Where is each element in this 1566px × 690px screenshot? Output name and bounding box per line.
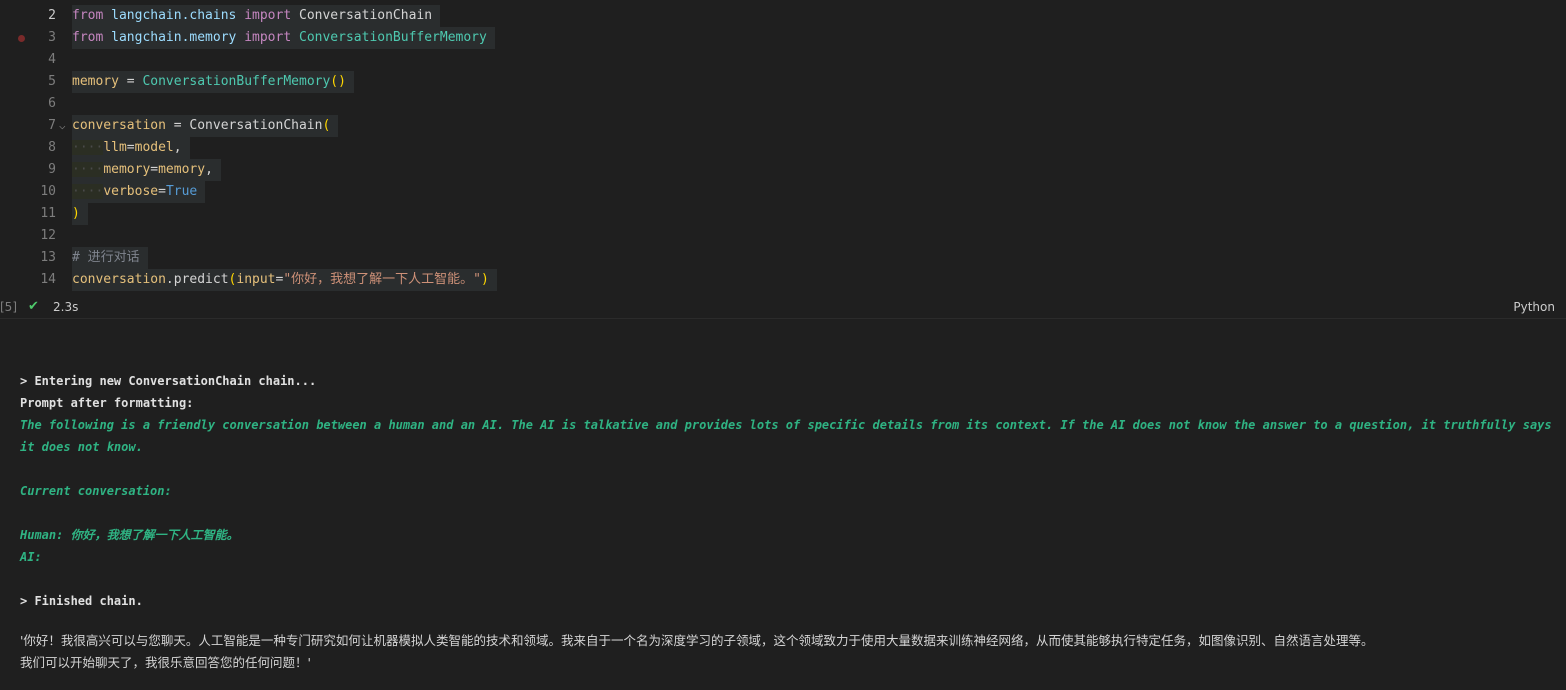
line-number: 14 bbox=[40, 272, 56, 287]
code-token: memory bbox=[72, 74, 119, 89]
code-text: ····memory=memory, bbox=[72, 159, 221, 181]
code-text: ) bbox=[72, 203, 88, 225]
code-text: conversation.predict(input="你好，我想了解一下人工智… bbox=[72, 269, 497, 291]
line-number: 10 bbox=[40, 184, 56, 199]
code-text: from langchain.memory import Conversatio… bbox=[72, 27, 495, 49]
code-line[interactable]: 10 ····verbose=True bbox=[0, 181, 1566, 203]
code-text: # 进行对话 bbox=[72, 247, 148, 269]
code-token: ConversationBufferMemory bbox=[299, 30, 487, 45]
output-entering: > Entering new ConversationChain chain..… bbox=[20, 374, 317, 388]
output-intro-line1: The following is a friendly conversation… bbox=[20, 418, 1552, 432]
fold-chevron-icon[interactable]: ⌵ bbox=[59, 115, 66, 137]
code-token: ···· bbox=[72, 184, 104, 199]
code-token: import bbox=[244, 30, 292, 45]
success-check-icon: ✔ bbox=[28, 299, 39, 314]
code-token: ConversationBufferMemory bbox=[142, 74, 331, 89]
code-line[interactable]: 12 bbox=[0, 225, 1566, 247]
line-number: 13 bbox=[40, 250, 56, 265]
line-number: 8 bbox=[48, 140, 56, 155]
code-line[interactable]: 13 # 进行对话 bbox=[0, 247, 1566, 269]
code-token: input bbox=[236, 272, 276, 287]
code-token: , bbox=[173, 140, 182, 155]
code-line[interactable]: 9 ····memory=memory, bbox=[0, 159, 1566, 181]
code-token: langchain.chains bbox=[111, 8, 237, 23]
code-token: () bbox=[330, 74, 346, 89]
code-line[interactable]: 11) bbox=[0, 203, 1566, 225]
output-result-line2: 我们可以开始聊天了，我很乐意回答您的任何问题！' bbox=[20, 655, 311, 670]
code-line[interactable]: 5 memory = ConversationBufferMemory() bbox=[0, 71, 1566, 93]
code-text: ····verbose=True bbox=[72, 181, 206, 203]
code-token: = bbox=[165, 118, 190, 133]
code-line[interactable]: 6 bbox=[0, 93, 1566, 115]
output-result-line1: '你好！我很高兴可以与您聊天。人工智能是一种专门研究如何让机器模拟人类智能的技术… bbox=[20, 633, 1374, 648]
code-line[interactable]: 3 from langchain.memory import Conversati… bbox=[0, 27, 1566, 49]
code-line[interactable]: 7 ⌵ conversation = ConversationChain( bbox=[0, 115, 1566, 137]
output-human: Human: 你好，我想了解一下人工智能。 bbox=[20, 528, 239, 542]
code-token: # 进行对话 bbox=[72, 250, 140, 265]
code-token: = bbox=[158, 184, 166, 199]
code-token: conversation bbox=[72, 118, 166, 133]
line-number: 4 bbox=[48, 52, 56, 67]
code-token: "你好，我想了解一下人工智能。" bbox=[283, 272, 481, 287]
code-token: model bbox=[134, 140, 174, 155]
code-line[interactable]: 2 from langchain.chains import Conversati… bbox=[0, 5, 1566, 27]
line-number: 6 bbox=[48, 96, 56, 111]
breakpoint-icon[interactable] bbox=[18, 35, 25, 42]
code-line[interactable]: 8 ····llm=model, bbox=[0, 137, 1566, 159]
code-token: ···· bbox=[72, 140, 104, 155]
line-number: 5 bbox=[48, 74, 56, 89]
line-number: 12 bbox=[40, 228, 56, 243]
execution-count: [5] bbox=[0, 300, 17, 314]
code-token: import bbox=[244, 8, 292, 23]
code-token: ) bbox=[481, 272, 489, 287]
code-token: = bbox=[118, 74, 143, 89]
line-number: 3 bbox=[48, 30, 56, 45]
code-token: conversation bbox=[72, 272, 166, 287]
output-prompt-after: Prompt after formatting: bbox=[20, 396, 194, 410]
code-token: ( bbox=[322, 118, 331, 133]
code-text: memory = ConversationBufferMemory() bbox=[72, 71, 354, 93]
code-token: memory bbox=[158, 162, 206, 177]
code-token: .predict bbox=[165, 272, 229, 287]
code-token: from bbox=[72, 8, 104, 23]
output-current-conversation: Current conversation: bbox=[20, 484, 172, 498]
code-token: = bbox=[150, 162, 159, 177]
code-token: ConversationChain bbox=[299, 8, 433, 23]
code-token: from bbox=[72, 30, 104, 45]
code-token: verbose bbox=[103, 184, 159, 199]
line-number: 2 bbox=[48, 8, 56, 23]
code-line[interactable]: 4 bbox=[0, 49, 1566, 71]
code-text: ····llm=model, bbox=[72, 137, 190, 159]
code-token: True bbox=[165, 184, 198, 199]
cell-status-bar: [5] ✔ 2.3s Python bbox=[0, 296, 1566, 319]
line-number: 11 bbox=[40, 206, 56, 221]
code-token: ) bbox=[72, 206, 80, 221]
code-token: = bbox=[126, 140, 135, 155]
output-intro-line2: it does not know. bbox=[20, 440, 143, 454]
code-line[interactable]: 14 conversation.predict(input="你好，我想了解一下人… bbox=[0, 269, 1566, 291]
code-token: ···· bbox=[72, 162, 104, 177]
line-number: 7 bbox=[48, 118, 56, 133]
code-text: conversation = ConversationChain( bbox=[72, 115, 339, 137]
language-selector[interactable]: Python bbox=[1513, 296, 1555, 318]
code-token: , bbox=[205, 162, 213, 177]
code-token: langchain.memory bbox=[111, 30, 237, 45]
line-number: 9 bbox=[48, 162, 56, 177]
execution-time: 2.3s bbox=[53, 300, 79, 314]
code-text: from langchain.chains import Conversatio… bbox=[72, 5, 441, 27]
code-token: memory bbox=[103, 162, 151, 177]
code-token: llm bbox=[103, 140, 127, 155]
code-editor[interactable]: 2 from langchain.chains import Conversati… bbox=[0, 0, 1566, 296]
code-token: ConversationChain bbox=[189, 118, 323, 133]
output-finished: > Finished chain. bbox=[20, 594, 143, 608]
output-ai: AI: bbox=[20, 550, 42, 564]
